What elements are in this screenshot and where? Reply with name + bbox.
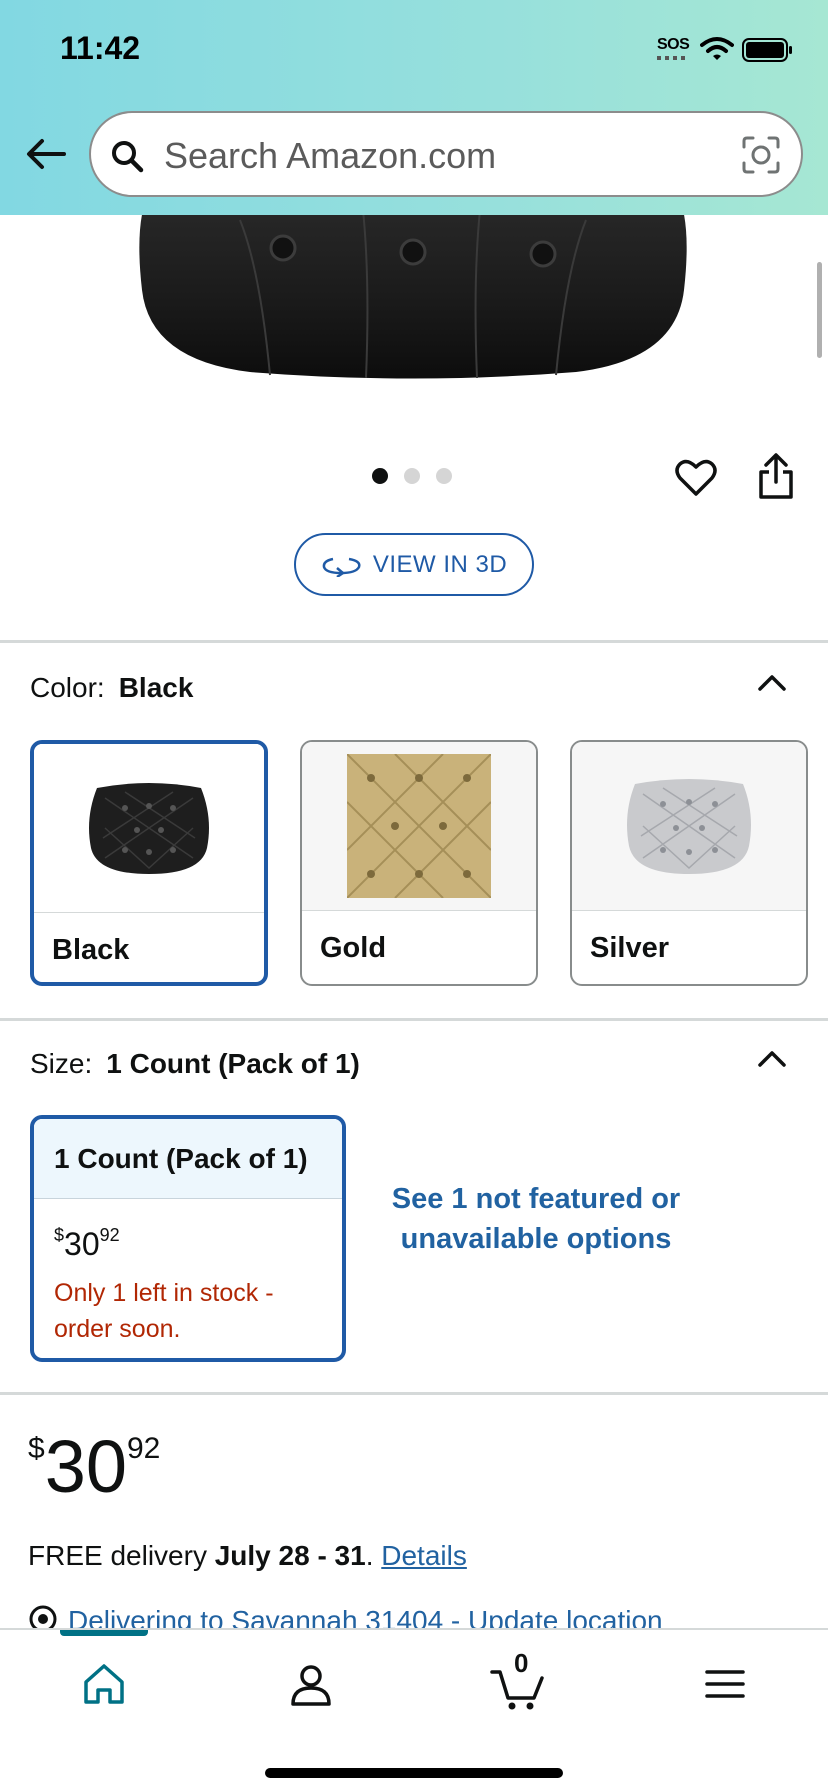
- delivery-dates: July 28 - 31: [214, 1540, 366, 1571]
- back-arrow-icon[interactable]: [24, 136, 68, 172]
- color-selected-value: Black: [118, 672, 194, 703]
- status-time: 11:42: [60, 30, 141, 66]
- size-selected-value: 1 Count (Pack of 1): [106, 1048, 360, 1079]
- pager-dot-3[interactable]: [436, 468, 452, 484]
- rotate-3d-icon: [322, 557, 361, 577]
- color-swatch-silver[interactable]: Silver: [570, 740, 808, 986]
- share-icon[interactable]: [756, 452, 796, 500]
- active-tab-indicator: [60, 1630, 148, 1636]
- search-placeholder: Search Amazon.com: [164, 135, 497, 176]
- image-pager-dots[interactable]: [372, 468, 462, 486]
- scrollbar[interactable]: [817, 262, 822, 358]
- size-label: Size:: [30, 1048, 93, 1079]
- swatch-label-gold: Gold: [320, 932, 387, 964]
- bottom-navigation: 0: [0, 1628, 828, 1792]
- cart-count-badge: 0: [514, 1648, 529, 1678]
- wifi-icon: [700, 37, 734, 60]
- color-swatch-gold[interactable]: Gold: [300, 740, 538, 986]
- size-section-title: Size: 1 Count (Pack of 1): [30, 1048, 360, 1080]
- color-section-title: Color: Black: [30, 672, 193, 704]
- pager-dot-1[interactable]: [372, 468, 388, 484]
- camera-lens-icon[interactable]: [741, 135, 781, 175]
- swatch-image-silver: [572, 742, 806, 910]
- size-option-price: $3092: [54, 1225, 120, 1262]
- top-header: 11:42 SOS Search Amazon.com: [0, 0, 828, 215]
- section-divider: [0, 1392, 828, 1395]
- color-swatch-black[interactable]: Black: [30, 740, 268, 986]
- section-divider: [0, 640, 828, 643]
- size-option-card[interactable]: 1 Count (Pack of 1) $3092 Only 1 left in…: [30, 1115, 346, 1362]
- search-icon: [112, 141, 144, 173]
- color-label: Color:: [30, 672, 105, 703]
- section-divider: [0, 1018, 828, 1021]
- swatch-image-black: [34, 744, 264, 912]
- menu-icon[interactable]: [695, 1654, 755, 1714]
- chevron-up-icon[interactable]: [757, 1048, 787, 1068]
- product-price: $3092: [28, 1425, 161, 1508]
- delivery-info: FREE delivery July 28 - 31. Details: [28, 1540, 467, 1571]
- sos-indicator: SOS: [657, 36, 690, 53]
- view-in-3d-label: VIEW IN 3D: [372, 550, 508, 578]
- view-in-3d-button[interactable]: VIEW IN 3D: [294, 533, 534, 596]
- swatch-image-gold: [302, 742, 536, 910]
- size-option-title: 1 Count (Pack of 1): [34, 1119, 342, 1199]
- swatch-label-black: Black: [52, 934, 130, 966]
- heart-icon[interactable]: [674, 456, 718, 498]
- search-input[interactable]: Search Amazon.com: [89, 111, 803, 197]
- account-icon[interactable]: [281, 1654, 341, 1714]
- battery-icon: [742, 38, 792, 62]
- home-indicator-bar[interactable]: [265, 1768, 563, 1778]
- swatch-label-silver: Silver: [590, 932, 669, 964]
- delivery-details-link[interactable]: Details: [381, 1540, 467, 1571]
- pager-dot-2[interactable]: [404, 468, 420, 484]
- chevron-up-icon[interactable]: [757, 672, 787, 692]
- stock-warning: Only 1 left in stock - order soon.: [54, 1279, 274, 1343]
- home-icon[interactable]: [74, 1654, 134, 1714]
- see-unavailable-options-link[interactable]: See 1 not featured or unavailable option…: [380, 1179, 692, 1259]
